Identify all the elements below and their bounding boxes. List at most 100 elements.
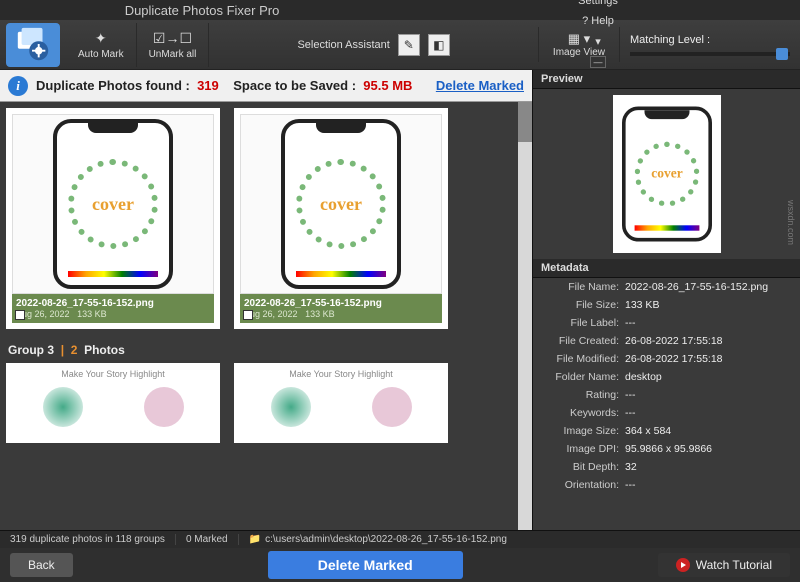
group-count: 2 bbox=[71, 343, 78, 357]
metadata-value: 364 x 584 bbox=[625, 425, 671, 437]
selection-assistant-group: Selection Assistant ✎ ◧ bbox=[209, 34, 538, 56]
phone-mockup-icon: cover bbox=[281, 119, 401, 289]
metadata-row: File Modified:26-08-2022 17:55:18 bbox=[533, 350, 800, 368]
unmark-all-label: UnMark all bbox=[149, 49, 197, 60]
left-panel: i Duplicate Photos found : 319 Space to … bbox=[0, 70, 533, 530]
metadata-row: Keywords:--- bbox=[533, 404, 800, 422]
card-checkbox[interactable] bbox=[15, 310, 25, 320]
status-path: 📁 c:\users\admin\desktop\2022-08-26_17-5… bbox=[239, 534, 517, 545]
selection-assistant-label: Selection Assistant bbox=[297, 39, 389, 51]
watch-tutorial-button[interactable]: Watch Tutorial bbox=[658, 553, 790, 577]
auto-mark-button[interactable]: ✦ Auto Mark bbox=[66, 23, 137, 67]
help-link[interactable]: ? Help bbox=[582, 15, 614, 27]
unmark-all-button[interactable]: ☑→☐ UnMark all bbox=[137, 23, 210, 67]
card-checkbox[interactable] bbox=[243, 310, 253, 320]
metadata-row: File Label:--- bbox=[533, 314, 800, 332]
right-panel: Preview cover Metadata File Name:2022-08… bbox=[533, 70, 800, 530]
card-filename: 2022-08-26_17-55-16-152.png bbox=[244, 298, 438, 309]
group-suffix: Photos bbox=[84, 343, 125, 357]
card-size: 133 KB bbox=[77, 309, 107, 319]
metadata-label: Keywords: bbox=[543, 407, 625, 419]
metadata-label: File Size: bbox=[543, 299, 625, 311]
unmark-icon: ☑→☐ bbox=[153, 30, 192, 47]
found-count: 319 bbox=[197, 78, 219, 93]
gallery: cover 2022-08-26_17-55-16-152.png Aug 26… bbox=[0, 102, 532, 530]
metadata-row: Image Size:364 x 584 bbox=[533, 422, 800, 440]
cover-text: cover bbox=[634, 142, 699, 207]
card-filename: 2022-08-26_17-55-16-152.png bbox=[16, 298, 210, 309]
photo-card[interactable]: Make Your Story Highlight bbox=[234, 363, 448, 443]
metadata-value: --- bbox=[625, 317, 636, 329]
app-title: Duplicate Photos Fixer Pro bbox=[4, 3, 400, 18]
metadata-value: 133 KB bbox=[625, 299, 659, 311]
delete-marked-link[interactable]: Delete Marked bbox=[436, 78, 524, 93]
metadata-label: File Created: bbox=[543, 335, 625, 347]
metadata-row: File Name:2022-08-26_17-55-16-152.png bbox=[533, 278, 800, 296]
folder-icon: 📁 bbox=[249, 534, 261, 545]
metadata-header: Metadata bbox=[533, 259, 800, 278]
status-summary: 319 duplicate photos in 118 groups bbox=[0, 534, 176, 545]
thumbnail: cover bbox=[240, 114, 442, 294]
rainbow-icon bbox=[634, 225, 699, 230]
gallery-scrollbar[interactable] bbox=[518, 102, 532, 530]
group-label: Group 3 bbox=[8, 343, 54, 357]
footer: Back Delete Marked Watch Tutorial bbox=[0, 548, 800, 582]
card-meta: 2022-08-26_17-55-16-152.png Aug 26, 2022… bbox=[12, 294, 214, 323]
card-meta: 2022-08-26_17-55-16-152.png Aug 26, 2022… bbox=[240, 294, 442, 323]
slider-thumb-icon[interactable] bbox=[776, 48, 788, 60]
matching-level-label: Matching Level : bbox=[630, 34, 790, 46]
play-icon bbox=[676, 558, 690, 572]
metadata-label: Orientation: bbox=[543, 479, 625, 491]
main-area: i Duplicate Photos found : 319 Space to … bbox=[0, 70, 800, 530]
selection-tool-2-icon[interactable]: ◧ bbox=[428, 34, 450, 56]
metadata-row: Orientation:--- bbox=[533, 476, 800, 494]
phone-mockup-icon: cover bbox=[53, 119, 173, 289]
globe-icon bbox=[43, 387, 83, 427]
matching-level-control: Matching Level : bbox=[620, 32, 800, 58]
app-logo-icon bbox=[6, 23, 60, 67]
grid-icon: ▦ ▾ bbox=[568, 31, 590, 47]
metadata-label: Image DPI: bbox=[543, 443, 625, 455]
back-button[interactable]: Back bbox=[10, 553, 73, 577]
globe-icon bbox=[271, 387, 311, 427]
preview-pane: cover bbox=[533, 89, 800, 259]
metadata-label: Rating: bbox=[543, 389, 625, 401]
rainbow-icon bbox=[296, 271, 386, 277]
photo-card[interactable]: cover 2022-08-26_17-55-16-152.png Aug 26… bbox=[6, 108, 220, 329]
cover-text: cover bbox=[296, 159, 386, 249]
metadata-row: File Created:26-08-2022 17:55:18 bbox=[533, 332, 800, 350]
photo-card[interactable]: Make Your Story Highlight bbox=[6, 363, 220, 443]
metadata-value: --- bbox=[625, 479, 636, 491]
image-view-button[interactable]: ▦ ▾ Image View bbox=[538, 27, 620, 62]
metadata-row: File Size:133 KB bbox=[533, 296, 800, 314]
circle-icon bbox=[372, 387, 412, 427]
card-size: 133 KB bbox=[305, 309, 335, 319]
info-icon: i bbox=[8, 76, 28, 96]
metadata-value: 26-08-2022 17:55:18 bbox=[625, 353, 723, 365]
matching-level-slider[interactable] bbox=[630, 52, 790, 56]
cover-text: cover bbox=[68, 159, 158, 249]
space-label: Space to be Saved : bbox=[233, 78, 356, 93]
metadata-value: --- bbox=[625, 389, 636, 401]
phone-mockup-icon: cover bbox=[622, 107, 712, 242]
auto-mark-label: Auto Mark bbox=[78, 49, 124, 60]
metadata-value: desktop bbox=[625, 371, 662, 383]
selection-tool-1-icon[interactable]: ✎ bbox=[398, 34, 420, 56]
metadata-value: 95.9866 x 95.9866 bbox=[625, 443, 712, 455]
group-sep: | bbox=[61, 343, 64, 357]
rainbow-icon bbox=[68, 271, 158, 277]
metadata-label: Bit Depth: bbox=[543, 461, 625, 473]
story-title: Make Your Story Highlight bbox=[12, 369, 214, 379]
group-header: Group 3 | 2 Photos bbox=[8, 343, 524, 357]
metadata-value: 26-08-2022 17:55:18 bbox=[625, 335, 723, 347]
photo-card[interactable]: cover 2022-08-26_17-55-16-152.png Aug 26… bbox=[234, 108, 448, 329]
metadata-value: --- bbox=[625, 407, 636, 419]
scrollbar-handle[interactable] bbox=[518, 102, 532, 142]
space-value: 95.5 MB bbox=[363, 78, 412, 93]
image-view-label: Image View bbox=[553, 47, 605, 58]
wand-icon: ✦ bbox=[95, 30, 107, 47]
metadata-label: Image Size: bbox=[543, 425, 625, 437]
preview-header: Preview bbox=[533, 70, 800, 89]
settings-link[interactable]: Settings bbox=[578, 0, 618, 7]
delete-marked-button[interactable]: Delete Marked bbox=[268, 551, 463, 579]
